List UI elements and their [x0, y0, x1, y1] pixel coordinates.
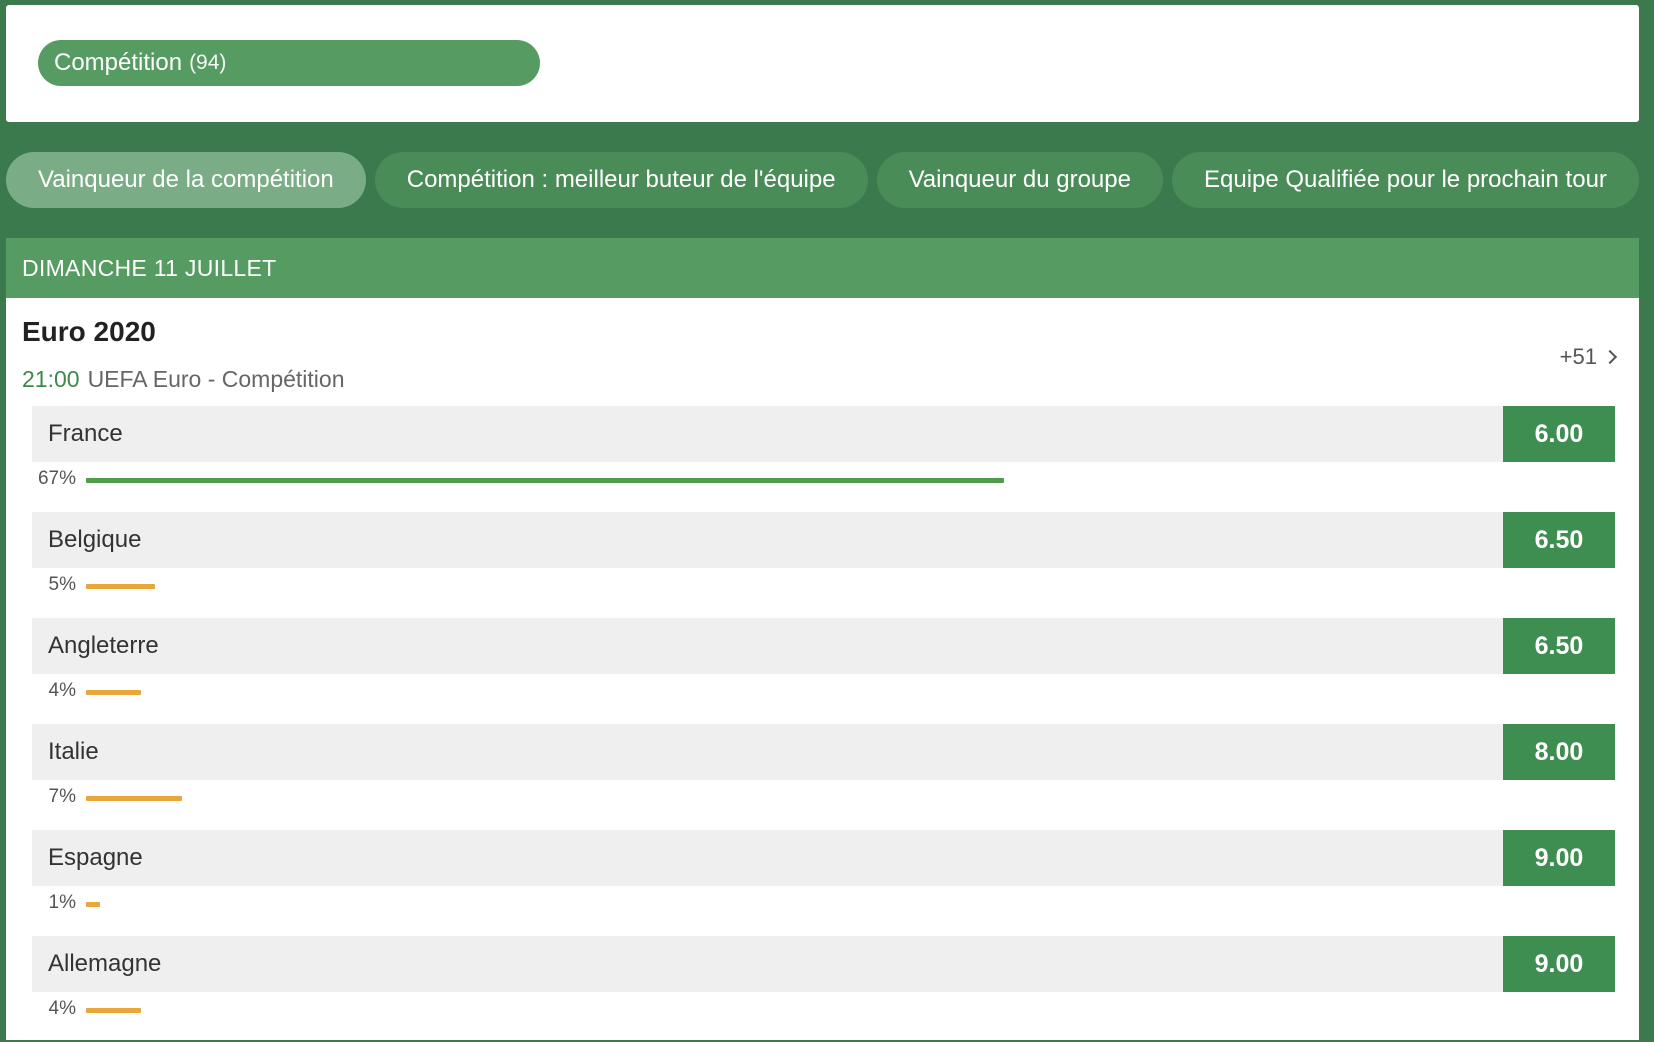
odd-button[interactable]: 9.00	[1503, 830, 1615, 886]
outcome-list: France 6.00 67% Belgique 6.50 5% Anglete…	[32, 406, 1615, 1042]
competition-filter-card: Compétition (94)	[6, 5, 1639, 122]
bet-percentage: 67%	[37, 468, 76, 489]
more-markets-count: +51	[1559, 344, 1597, 369]
bet-percentage-bar	[86, 1008, 141, 1013]
event-title: Euro 2020	[22, 316, 156, 347]
tab-label: Vainqueur de la compétition	[38, 166, 334, 193]
odd-button[interactable]: 6.00	[1503, 406, 1615, 462]
bet-percentage: 7%	[48, 786, 76, 807]
bet-percentage-bar	[86, 796, 182, 801]
team-name: Belgique	[48, 526, 142, 553]
team-name: Italie	[48, 738, 99, 765]
competition-filter-label: Compétition	[54, 49, 183, 76]
outcome-item: Espagne 9.00 1%	[32, 830, 1615, 936]
outcome-row[interactable]: Italie 8.00	[32, 724, 1615, 780]
tab-label: Equipe Qualifiée pour le prochain tour	[1203, 166, 1607, 193]
odd-button[interactable]: 9.00	[1503, 936, 1615, 992]
outcome-item: Belgique 6.50 5%	[32, 512, 1615, 618]
outcome-row[interactable]: Espagne 9.00	[32, 830, 1615, 886]
odd-button[interactable]: 6.50	[1503, 618, 1615, 674]
odd-button[interactable]: 6.50	[1503, 512, 1615, 568]
outcome-row[interactable]: France 6.00	[32, 406, 1615, 462]
bet-percentage-bar	[86, 690, 141, 695]
bet-percentage-bar	[86, 478, 1004, 483]
bet-percentage-bar	[86, 584, 155, 589]
tab-meilleur-buteur[interactable]: Compétition : meilleur buteur de l'équip…	[374, 152, 868, 208]
outcome-row[interactable]: Belgique 6.50	[32, 512, 1615, 568]
event-competition: UEFA Euro - Compétition	[87, 366, 345, 392]
market-tabs: Vainqueur de la compétition Compétition …	[6, 152, 1646, 208]
team-name: France	[48, 420, 123, 447]
bet-percentage-bar	[86, 902, 100, 907]
competition-filter-count: (94)	[189, 51, 227, 74]
tab-vainqueur-groupe[interactable]: Vainqueur du groupe	[876, 152, 1163, 208]
tab-label: Compétition : meilleur buteur de l'équip…	[406, 166, 836, 193]
outcome-row[interactable]: Allemagne 9.00	[32, 936, 1615, 992]
tab-vainqueur-competition[interactable]: Vainqueur de la compétition	[6, 152, 366, 208]
outcome-item: Allemagne 9.00 4%	[32, 936, 1615, 1042]
outcome-item: France 6.00 67%	[32, 406, 1615, 512]
outcome-row[interactable]: Angleterre 6.50	[32, 618, 1615, 674]
tab-label: Vainqueur du groupe	[908, 166, 1131, 193]
bet-percentage: 4%	[48, 680, 76, 701]
team-name: Angleterre	[48, 632, 159, 659]
chevron-right-icon	[1602, 349, 1618, 365]
event-card: Euro 2020 21:00 UEFA Euro - Compétition +…	[6, 298, 1639, 1040]
bet-percentage: 5%	[48, 574, 76, 595]
more-markets-link[interactable]: +51	[1559, 344, 1618, 370]
team-name: Allemagne	[48, 950, 162, 977]
outcome-item: Italie 8.00 7%	[32, 724, 1615, 830]
odd-button[interactable]: 8.00	[1503, 724, 1615, 780]
competition-filter-button[interactable]: Compétition (94)	[38, 40, 540, 86]
team-name: Espagne	[48, 844, 143, 871]
bet-percentage: 1%	[48, 892, 76, 913]
event-subtitle: 21:00 UEFA Euro - Compétition	[22, 366, 345, 393]
tab-equipe-qualifiee[interactable]: Equipe Qualifiée pour le prochain tour	[1171, 152, 1639, 208]
bet-percentage: 4%	[48, 998, 76, 1019]
outcome-item: Angleterre 6.50 4%	[32, 618, 1615, 724]
event-time: 21:00	[22, 366, 80, 392]
date-header: DIMANCHE 11 JUILLET	[6, 238, 1639, 298]
